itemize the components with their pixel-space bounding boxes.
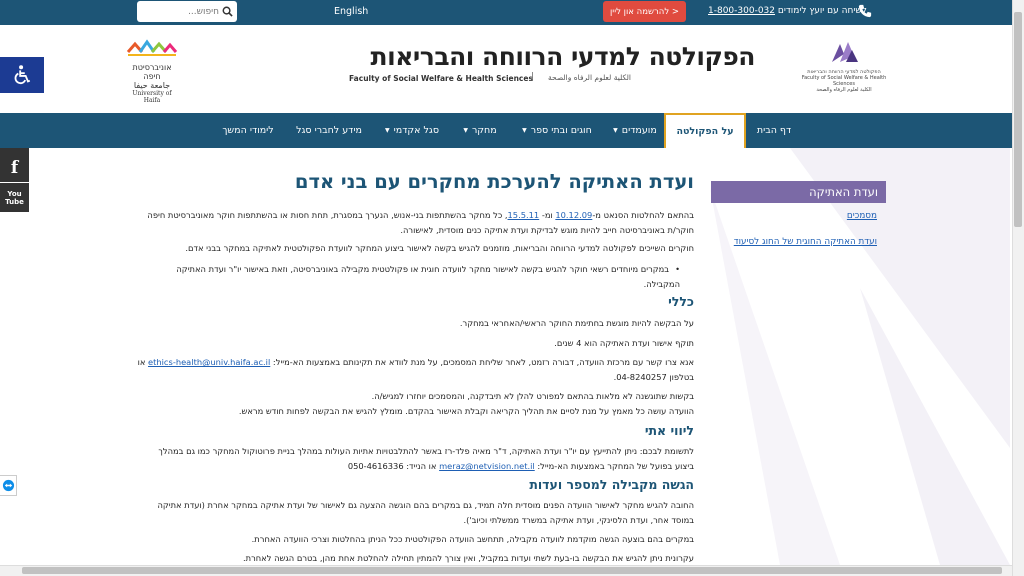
nav-continuing-studies[interactable]: לימודי המשך [210,113,286,148]
g3-post: או [137,357,149,367]
heading-general: כללי [668,294,694,309]
phone-label: לשיחה עם יועץ לימודים [777,6,867,16]
faculty-logo-arabic: الكلية لعلوم الرفاه والصحة [816,87,872,93]
nav-departments[interactable]: חוגים ובתי ספר ▼ [508,113,606,148]
sidebar-link-nursing-ethics[interactable]: ועדת האתיקה החוגית של החוג לסיעוד [734,237,877,247]
subtitle-separator: | [531,72,535,82]
chevron-down-icon: ▼ [613,127,618,134]
chevron-down-icon: ▼ [522,127,527,134]
intro-paragraph: בהתאם להחלטות הסנאט מ-10.12.09 ומ- 15.5.… [134,208,694,238]
e1-post: או הנייד: 050-4616336 [347,461,440,471]
accessibility-button[interactable] [0,57,44,93]
haifa-logo-english: University of Haifa [132,90,172,104]
e1-line1: לתשומת לבכם: ניתן להתייעץ עם יו"ר ועדת ה… [158,446,694,456]
ethics-email-link[interactable]: ethics-health@univ.haifa.ac.il [148,357,270,367]
p1-post: , כל מחקר בהשתתפות בני-אנוש, הנערך במסגר… [147,210,508,220]
general-2: תוקף אישור ועדת האתיקה הוא 4 שנים. [554,338,694,348]
g3-pre: אנא צרו קשר עם מרכזת הוועדה, דבורה רזמט,… [270,357,694,367]
heading-parallel-submission: הגשה מקבילה למספר ועדות [529,477,694,492]
faculty-title: הפקולטה למדעי הרווחה והבריאות [370,42,756,71]
language-switch-link[interactable]: English [334,6,368,17]
general-4: בקשות שתוגשנה לא מלאות בהתאם למפורט להלן… [134,389,694,419]
nav-continuing-label: לימודי המשך [222,125,274,136]
e1-pre: ביצוע בפועל של המחקר באמצעות הא-מייל: [534,461,694,471]
senate-decision-link-1[interactable]: 10.12.09 [555,210,592,220]
search-box[interactable] [137,1,237,22]
chevron-down-icon: ▼ [385,127,390,134]
faculty-subtitle-arabic: الكلية لعلوم الرفاه والصحة [548,73,631,82]
senate-decision-link-2[interactable]: 15.5.11 [508,210,540,220]
g3-line2: בטלפון 04-8240257. [613,372,694,382]
advisor-phone: לשיחה עם יועץ לימודים 1-800-300-032 [708,6,867,16]
haifa-logo-mark-icon [126,39,178,56]
phone-icon [858,4,872,21]
teamviewer-icon[interactable] [0,475,17,496]
faculty-logo-english: Faculty of Social Welfare & Health Scien… [801,75,887,87]
bullet-line1: במקרים מיוחדים רשאי חוקר להגיש בקשה לאיש… [176,264,680,274]
g4-line2: הוועדה עושה כל מאמץ על מנת לסיים את תהלי… [238,406,694,416]
search-icon[interactable] [219,4,235,20]
sidebar-title: ועדת האתיקה [711,181,886,203]
sidebar-link-documents[interactable]: מסמכים [847,211,877,221]
youtube-bottom: Tube [5,197,24,206]
wheelchair-icon [14,65,31,85]
nav-candidates-label: מועמדים [621,125,657,136]
youtube-top: You [7,189,22,198]
phone-number-link[interactable]: 1-800-300-032 [708,6,775,16]
vertical-scrollbar-thumb[interactable] [1014,12,1022,227]
youtube-button[interactable]: You Tube [0,183,29,212]
heading-ethical-escort: ליווי אתי [644,423,694,438]
general-3: אנא צרו קשר עם מרכזת הוועדה, דבורה רזמט,… [114,355,694,385]
nav-departments-label: חוגים ובתי ספר [530,125,592,136]
escort-paragraph: לתשומת לבכם: ניתן להתייעץ עם יו"ר ועדת ה… [114,444,694,474]
page-title: ועדת האתיקה להערכת מחקרים עם בני אדם [294,170,694,193]
facebook-button[interactable]: f [0,153,29,182]
faculty-logo[interactable]: הפקולטה למדעי הרווחה והבריאות Faculty of… [800,40,888,93]
p2-paragraph: חוקרים השייכים לפקולטה למדעי הרווחה והבר… [185,243,694,253]
nav-academic-staff[interactable]: סגל אקדמי ▼ [372,113,452,148]
p1-mid: ומ- [539,210,556,220]
nav-staff-info-label: מידע לחברי סגל [296,125,362,136]
search-input[interactable] [141,2,219,21]
nav-research-label: מחקר [471,125,497,136]
bullet-item: במקרים מיוחדים רשאי חוקר להגיש בקשה לאיש… [134,262,694,292]
g4-line1: בקשות שתוגשנה לא מלאות בהתאם למפורט להלן… [371,391,694,401]
chevron-down-icon: ▼ [463,127,468,134]
nav-staff-info[interactable]: מידע לחברי סגל [286,113,372,148]
university-of-haifa-logo[interactable]: אוניברסיטת חיפה جامعة حيفا University of… [124,38,180,104]
nav-home-label: דף הבית [756,125,792,136]
nav-staff-label: סגל אקדמי [393,125,439,136]
p1-pre: בהתאם להחלטות הסנאט מ- [592,210,694,220]
haifa-logo-hebrew: אוניברסיטת חיפה [132,63,172,81]
nav-about-label: על הפקולטה [676,126,734,137]
online-register-button[interactable]: להרשמה און ליין > [603,1,686,22]
horizontal-scrollbar-thumb[interactable] [22,567,1002,574]
chair-email-link[interactable]: meraz@netvision.net.il [439,461,535,471]
parallel-1: החובה להגיש מחקר לאישור הוועדה הפנים מוס… [114,498,694,528]
nav-home[interactable]: דף הבית [745,113,803,148]
youtube-icon: You Tube [5,190,24,206]
haifa-logo-arabic: جامعة حيفا [133,81,171,90]
pa1-line2: במוסד אחר, ועדת הלסינקי, ועדת אתיקה במשר… [463,515,694,525]
nav-about-faculty[interactable]: על הפקולטה [664,113,746,148]
parallel-2: במקרים בהם בוצעה הגשה מוקדמת לוועדה מקבי… [251,534,694,544]
p1-line2: חוקר/ת באוניברסיטה חייב להיות מוגש לבדיק… [400,225,694,235]
nav-research[interactable]: מחקר ▼ [452,113,508,148]
parallel-3: עקרונית ניתן להגיש את הבקשה בו-בעת לשתי … [242,553,694,563]
pa1-line1: החובה להגיש מחקר לאישור הוועדה הפנים מוס… [157,500,694,510]
bullet-line2: המקבילה. [643,279,680,289]
faculty-subtitle-english: Faculty of Social Welfare & Health Scien… [349,74,533,83]
general-1: על הבקשה להיות מוגשת בחתימת החוקר הראשי/… [459,318,694,328]
nav-candidates[interactable]: מועמדים ▼ [606,113,664,148]
faculty-logo-mark-icon [832,42,858,62]
facebook-icon: f [10,157,19,178]
